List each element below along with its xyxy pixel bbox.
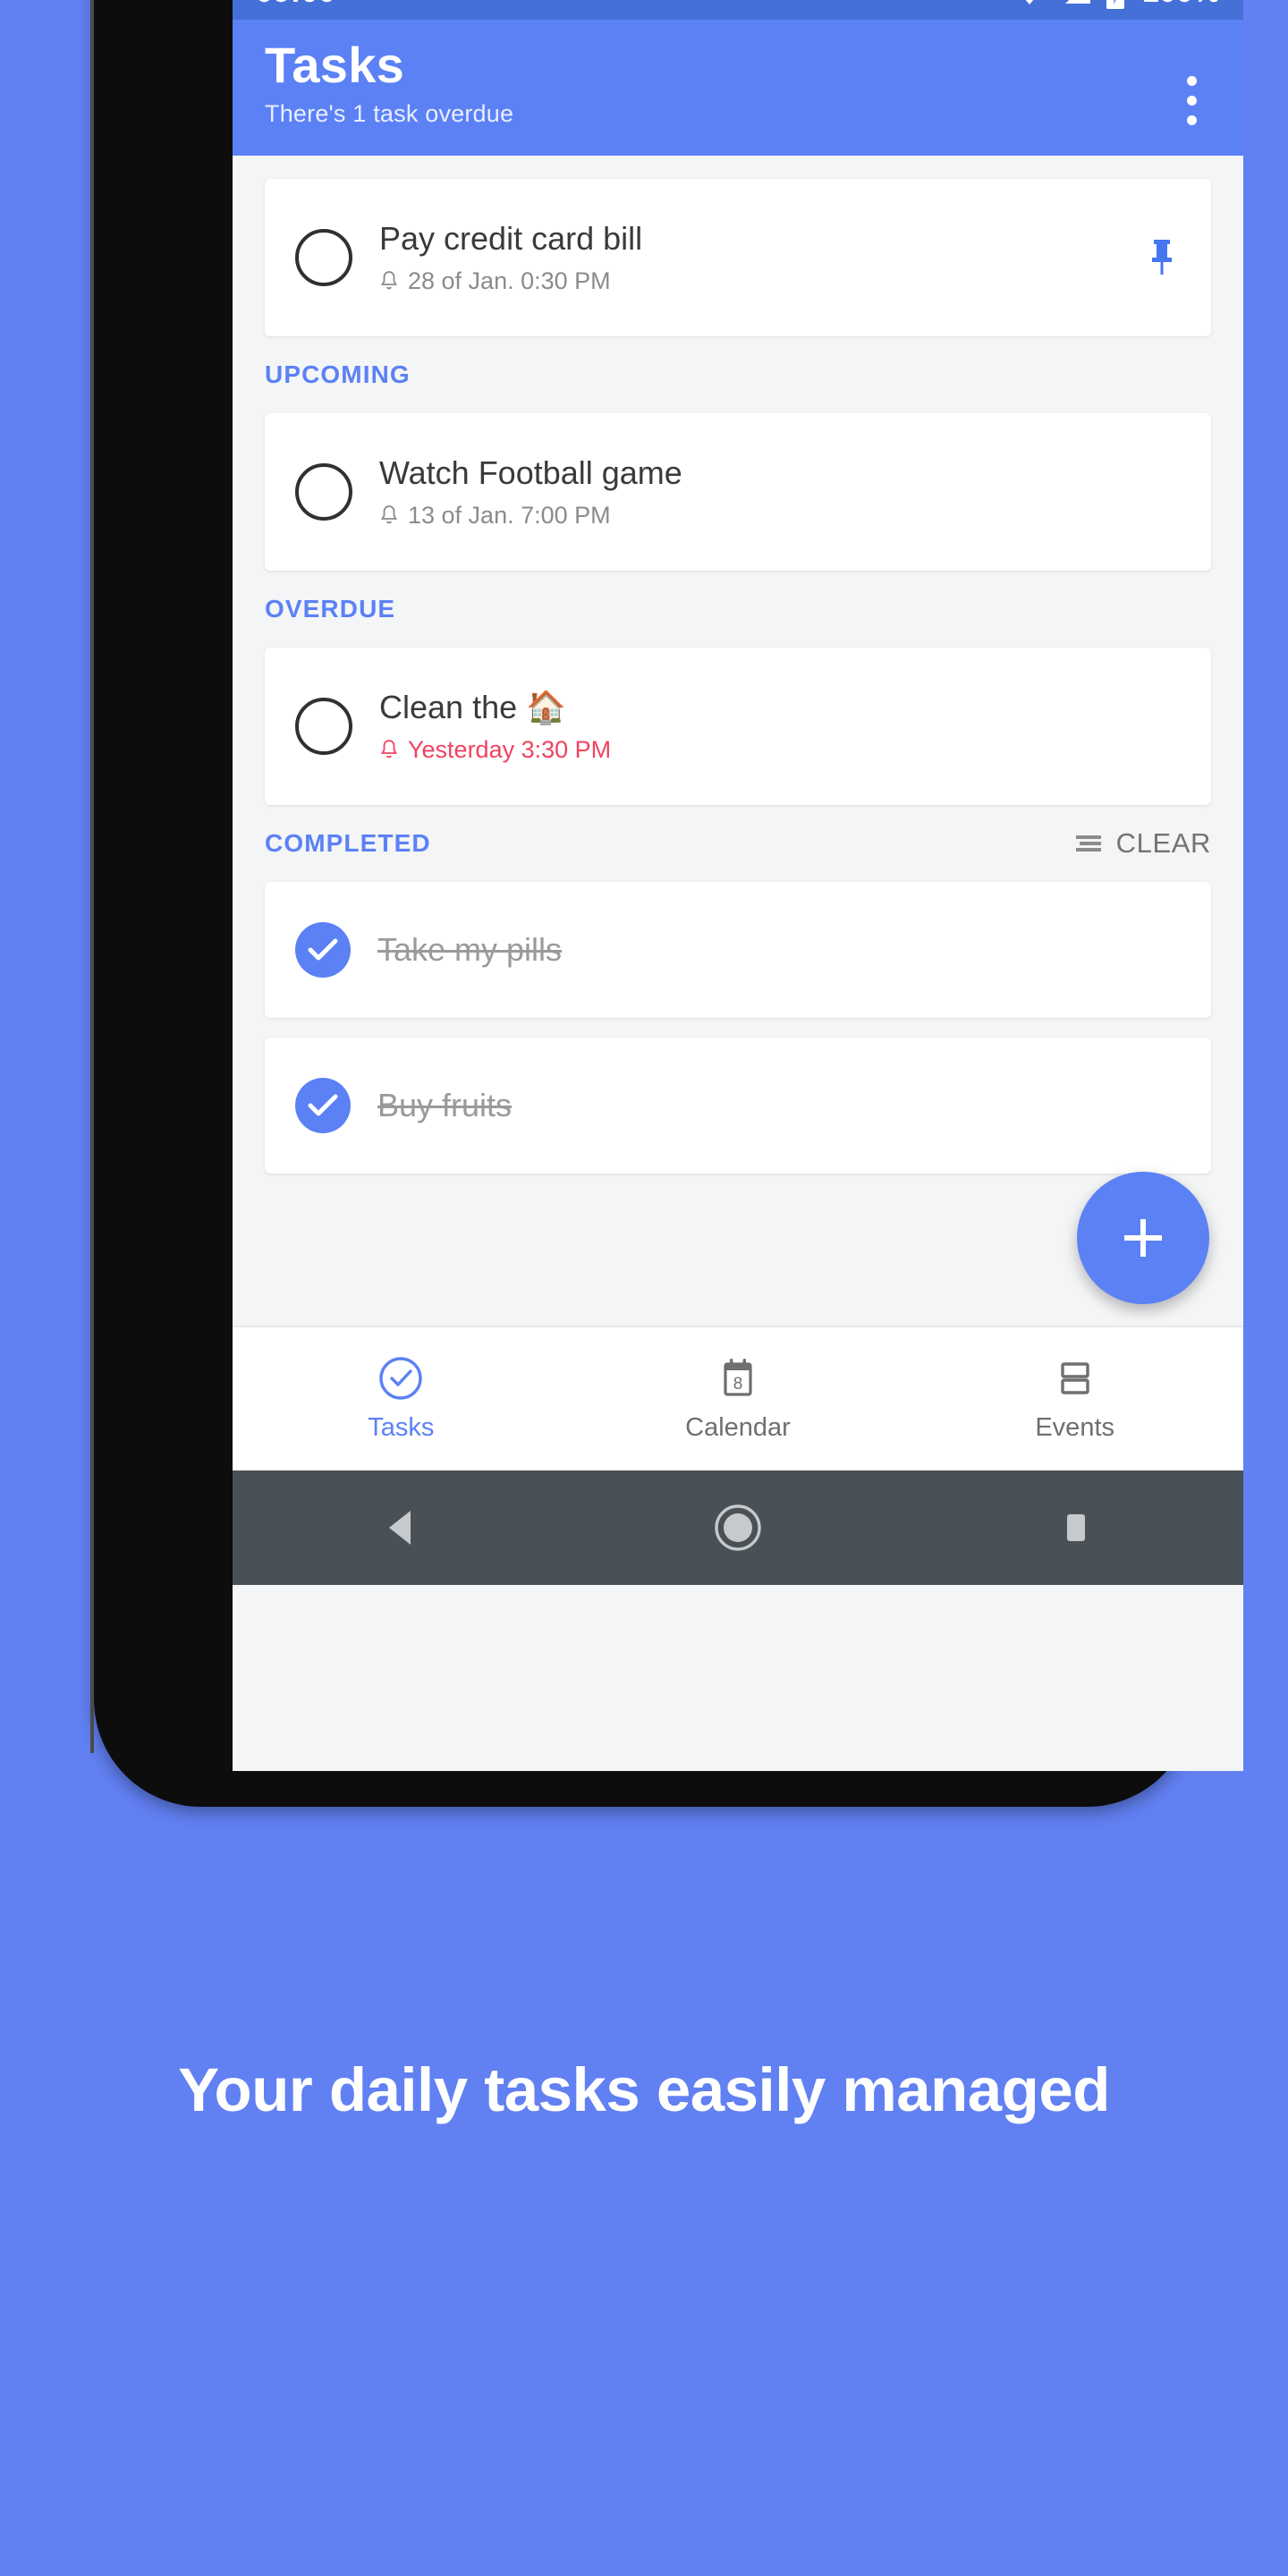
task-due: 13 of Jan. 7:00 PM — [379, 502, 682, 530]
nav-label: Calendar — [685, 1413, 791, 1442]
task-checkbox[interactable] — [295, 1078, 351, 1133]
home-circle-icon[interactable] — [684, 1487, 792, 1568]
nav-label: Events — [1035, 1413, 1115, 1442]
overflow-dot — [1186, 75, 1197, 86]
task-title: Take my pills — [377, 931, 563, 969]
page-subtitle: There's 1 task overdue — [265, 99, 514, 127]
task-title: Clean the 🏠 — [379, 688, 566, 725]
page-title: Tasks — [265, 37, 405, 93]
section-header-overdue: OVERDUE — [233, 571, 1243, 648]
section-header-upcoming: UPCOMING — [233, 336, 1243, 413]
task-title: Watch Football game — [379, 453, 682, 491]
check-icon — [308, 938, 338, 961]
section-title: OVERDUE — [265, 595, 396, 623]
status-bar-time: 09:00 — [256, 0, 335, 10]
stacked-rows-icon — [1060, 1362, 1089, 1394]
phone-screen: 09:00 100% Tasks There's 1 task overdue — [233, 0, 1243, 1771]
task-title: Buy fruits — [377, 1087, 513, 1124]
task-checkbox[interactable] — [295, 922, 351, 978]
nav-item-calendar[interactable]: 8 Calendar — [570, 1327, 907, 1470]
bell-icon — [380, 739, 398, 758]
task-content: Clean the 🏠 Yesterday 3:30 PM — [379, 689, 611, 764]
task-content: Pay credit card bill 28 of Jan. 0:30 PM — [379, 220, 642, 295]
task-due: 28 of Jan. 0:30 PM — [379, 267, 642, 295]
section-title: COMPLETED — [265, 829, 431, 857]
overflow-dot — [1186, 95, 1197, 106]
svg-text:8: 8 — [733, 1375, 743, 1394]
task-row-watch-football-game[interactable]: Watch Football game 13 of Jan. 7:00 PM — [265, 413, 1211, 571]
android-system-navigation — [233, 1470, 1243, 1585]
wifi-icon — [1025, 0, 1034, 4]
plus-icon — [1124, 1219, 1162, 1257]
add-task-fab[interactable] — [1077, 1172, 1209, 1304]
marketing-caption: Your daily tasks easily managed — [178, 2055, 1110, 2124]
task-due: Yesterday 3:30 PM — [379, 736, 611, 764]
pin-icon[interactable] — [1147, 236, 1177, 279]
calendar-8-icon: 8 — [724, 1359, 752, 1396]
task-list[interactable]: Pay credit card bill 28 of Jan. 0:30 PM — [233, 156, 1243, 1326]
bell-icon — [380, 270, 398, 289]
section-header-completed: COMPLETED CLEAR — [233, 805, 1243, 882]
nav-label: Tasks — [368, 1413, 435, 1442]
task-title: Pay credit card bill — [379, 219, 643, 257]
task-row-buy-fruits[interactable]: Buy fruits — [265, 1038, 1211, 1174]
back-triangle-icon[interactable] — [347, 1487, 454, 1568]
device-frame: 09:00 100% Tasks There's 1 task overdue — [90, 0, 1243, 1807]
battery-charging-icon — [1106, 0, 1125, 9]
task-checkbox[interactable] — [295, 229, 352, 286]
task-row-pay-credit-card-bill[interactable]: Pay credit card bill 28 of Jan. 0:30 PM — [265, 179, 1211, 336]
recents-square-icon[interactable] — [1021, 1487, 1129, 1568]
task-row-take-my-pills[interactable]: Take my pills — [265, 882, 1211, 1018]
overflow-menu-icon[interactable] — [1172, 64, 1211, 136]
clear-label: CLEAR — [1115, 827, 1211, 859]
task-content: Watch Football game 13 of Jan. 7:00 PM — [379, 454, 682, 530]
task-checkbox[interactable] — [295, 698, 352, 755]
task-content: Take my pills — [377, 931, 562, 968]
task-checkbox[interactable] — [295, 463, 352, 521]
bottom-navigation: Tasks 8 Calendar Events — [233, 1326, 1243, 1470]
task-row-clean-the-house[interactable]: Clean the 🏠 Yesterday 3:30 PM — [265, 648, 1211, 805]
status-bar-icons: 100% — [1012, 0, 1220, 10]
status-bar: 09:00 100% — [233, 0, 1243, 20]
battery-percentage: 100% — [1142, 0, 1220, 10]
task-due-text: 28 of Jan. 0:30 PM — [408, 267, 611, 295]
app-bar: Tasks There's 1 task overdue — [233, 20, 1243, 156]
overflow-dot — [1186, 114, 1197, 125]
check-icon — [308, 1094, 338, 1116]
bell-icon — [380, 504, 398, 523]
check-circle-icon — [379, 1357, 423, 1400]
task-due-text: Yesterday 3:30 PM — [408, 736, 612, 764]
nav-item-tasks[interactable]: Tasks — [233, 1327, 570, 1470]
task-due-text: 13 of Jan. 7:00 PM — [408, 502, 611, 530]
sort-lines-icon — [1075, 835, 1101, 852]
signal-icon — [1065, 0, 1091, 4]
task-content: Buy fruits — [377, 1087, 512, 1123]
clear-completed-button[interactable]: CLEAR — [1073, 827, 1211, 860]
nav-item-events[interactable]: Events — [906, 1327, 1243, 1470]
section-title: UPCOMING — [265, 360, 411, 388]
